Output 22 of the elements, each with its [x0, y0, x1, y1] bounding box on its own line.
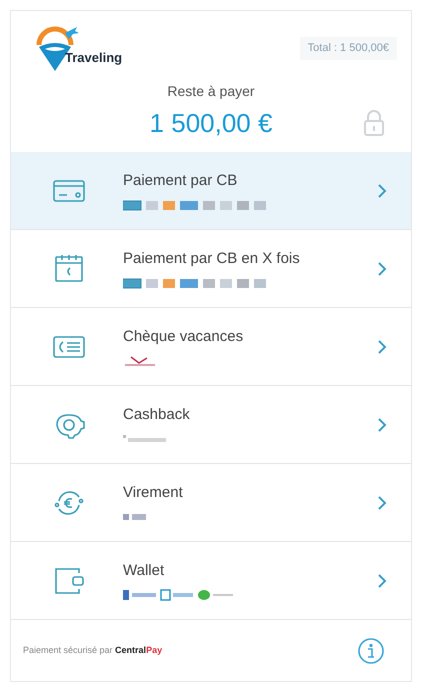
remaining-label: Reste à payer — [167, 82, 255, 101]
total-badge: Total : 1 500,00€ — [300, 37, 397, 60]
lock-icon — [363, 109, 385, 137]
secure-payment-note: Paiement sécurisé par CentralPay — [23, 644, 162, 657]
payment-method-label: Paiement par CB en X fois — [123, 249, 301, 270]
payment-method-label: Wallet — [123, 561, 166, 582]
voucher-brand-drawing — [123, 354, 157, 367]
chevron-right-icon — [377, 260, 387, 276]
chevron-right-icon — [377, 494, 387, 510]
payment-method-label: Virement — [123, 483, 184, 504]
logo-text: Traveling — [65, 48, 122, 67]
chevron-right-icon — [377, 338, 387, 354]
payment-method-label: Chèque vacances — [123, 327, 244, 348]
info-icon[interactable] — [357, 636, 385, 664]
cashback-brand-drawing — [123, 432, 167, 445]
chevron-right-icon — [377, 182, 387, 198]
payment-method-label: Paiement par CB — [123, 171, 238, 192]
remaining-amount: 1 500,00 € — [150, 107, 272, 140]
chevron-right-icon — [377, 572, 387, 588]
payment-method-label: Cashback — [123, 405, 191, 426]
chevron-right-icon — [377, 416, 387, 432]
payment-method-row[interactable]: Paiement par CB — [11, 152, 411, 230]
